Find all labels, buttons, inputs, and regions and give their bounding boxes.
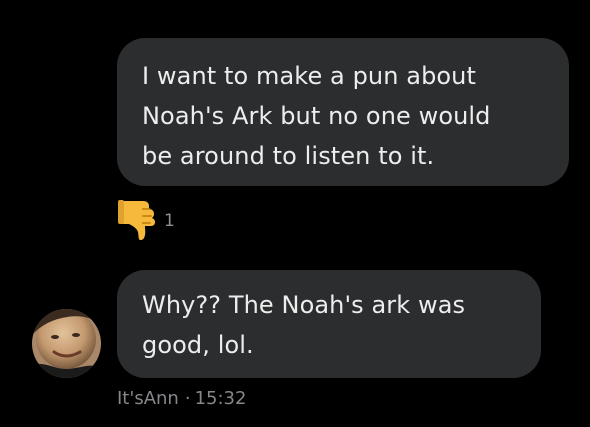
message-bubble[interactable]: Why?? The Noah's ark was good, lol. [117,270,541,378]
thumbs-down-icon [118,200,155,241]
message-bubble[interactable]: I want to make a pun about Noah's Ark bu… [117,38,569,186]
reaction-badge[interactable]: 1 [117,197,175,241]
meta-separator: · [184,388,191,409]
message-text: I want to make a pun about Noah's Ark bu… [142,62,491,170]
user-avatar [32,309,101,378]
message-timestamp: 15:32 [194,388,247,409]
message-meta: It'sAnn · 15:32 [117,388,246,409]
avatar[interactable] [32,309,101,378]
author-name[interactable]: It'sAnn [117,388,179,409]
reaction-count: 1 [164,211,175,231]
message-text: Why?? The Noah's ark was good, lol. [142,291,466,359]
